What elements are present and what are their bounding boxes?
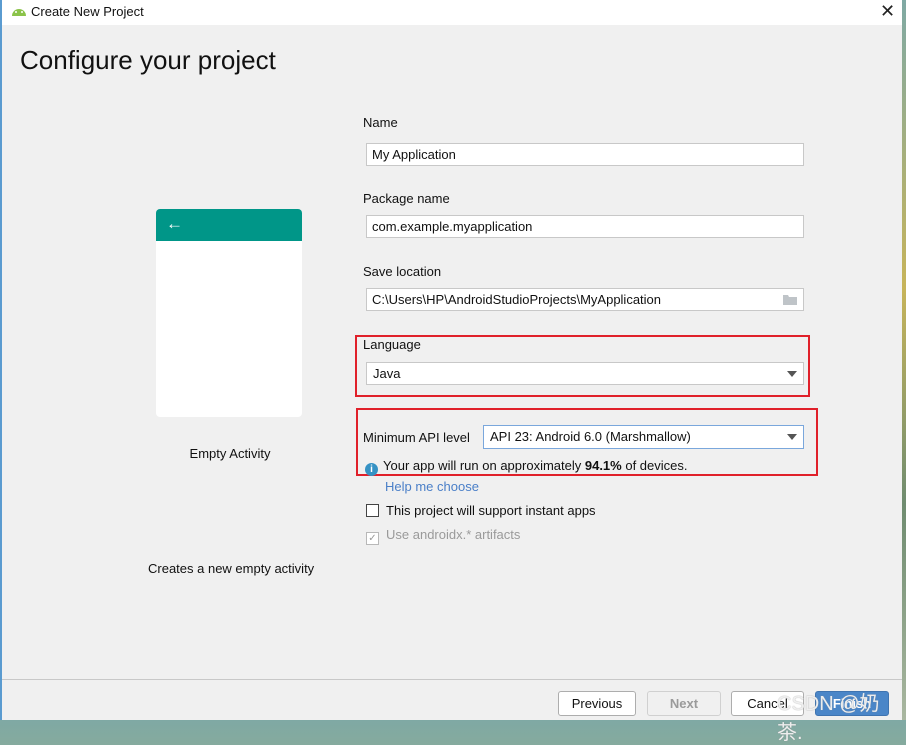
api-select[interactable]: API 23: Android 6.0 (Marshmallow) (483, 425, 804, 449)
chevron-down-icon (787, 434, 797, 440)
activity-preview: ← (156, 209, 302, 417)
language-select[interactable]: Java (366, 362, 804, 385)
title-bar: Create New Project ✕ (2, 0, 902, 25)
cancel-button[interactable]: Cancel (731, 691, 804, 716)
instant-apps-label: This project will support instant apps (386, 503, 596, 518)
androidx-checkbox: ✓ Use androidx.* artifacts (366, 527, 520, 545)
save-location-value: C:\Users\HP\AndroidStudioProjects\MyAppl… (372, 292, 662, 307)
close-icon[interactable]: ✕ (880, 1, 895, 22)
language-label: Language (363, 337, 421, 352)
previous-button[interactable]: Previous (558, 691, 636, 716)
template-description: Creates a new empty activity (148, 561, 315, 576)
finish-button[interactable]: Finish (815, 691, 889, 716)
info-icon: i (365, 463, 378, 476)
save-location-input[interactable]: C:\Users\HP\AndroidStudioProjects\MyAppl… (366, 288, 804, 311)
name-label: Name (363, 115, 398, 130)
check-icon: ✓ (366, 532, 379, 545)
checkbox[interactable] (366, 504, 379, 517)
coverage-percent: 94.1% (584, 458, 622, 473)
api-value: API 23: Android 6.0 (Marshmallow) (490, 429, 691, 444)
androidx-label: Use androidx.* artifacts (386, 527, 521, 542)
device-coverage-info: i Your app will run on approximately 94.1… (365, 458, 688, 476)
back-arrow-icon: ← (156, 209, 302, 241)
next-button[interactable]: Next (647, 691, 721, 716)
help-me-choose-link[interactable]: Help me choose (385, 479, 479, 494)
name-input[interactable]: My Application (366, 143, 804, 166)
info-suffix: of devices. (621, 458, 688, 473)
chevron-down-icon (787, 371, 797, 377)
package-input[interactable]: com.example.myapplication (366, 215, 804, 238)
android-icon (12, 9, 26, 16)
info-text: Your app will run on approximately (383, 458, 585, 473)
window-title: Create New Project (31, 4, 144, 19)
language-value: Java (373, 366, 401, 381)
footer-divider (2, 679, 902, 680)
page-title: Configure your project (20, 45, 276, 75)
folder-icon[interactable] (783, 294, 798, 305)
api-label: Minimum API level (363, 430, 470, 445)
template-name: Empty Activity (189, 446, 271, 461)
package-label: Package name (363, 191, 450, 206)
instant-apps-checkbox[interactable]: This project will support instant apps (366, 503, 596, 518)
create-project-window: Create New Project ✕ Configure your proj… (0, 0, 902, 744)
save-location-label: Save location (363, 264, 442, 279)
